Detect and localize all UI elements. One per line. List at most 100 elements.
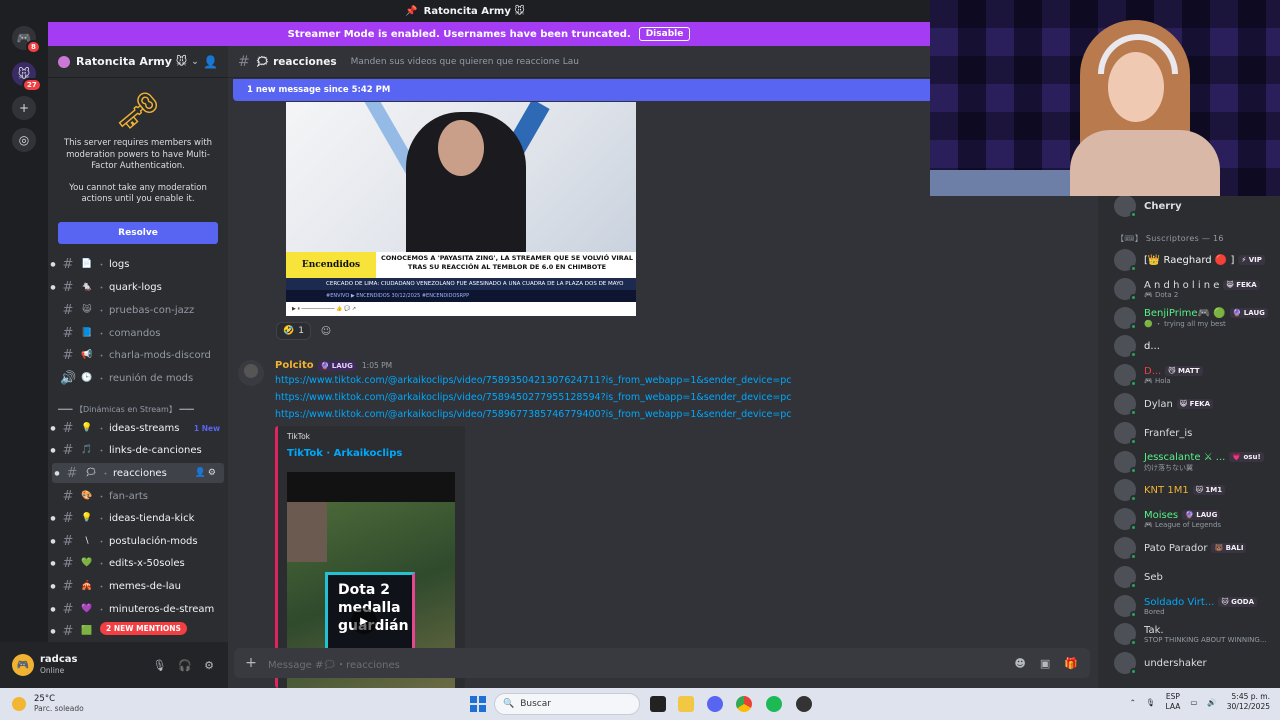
channel-label: memes-de-lau: [109, 580, 181, 592]
video-embed[interactable]: Encendidos CONOCEMOS A 'PAYASITA ZING', …: [286, 102, 636, 316]
member-item[interactable]: Franfer_is: [1114, 421, 1192, 445]
add-attachment-icon[interactable]: +: [234, 655, 268, 671]
member-name: BenjiPrime🎮 🟢: [1144, 307, 1226, 319]
message-author[interactable]: Polcito: [275, 360, 314, 371]
microphone-icon[interactable]: 🎙: [1146, 698, 1156, 707]
play-icon[interactable]: ▶: [351, 608, 377, 634]
obs-icon[interactable]: [796, 696, 812, 712]
message-time: 1:05 PM: [361, 361, 393, 370]
avatar[interactable]: 🎮: [12, 654, 34, 676]
microphone-icon[interactable]: 🎙: [152, 659, 166, 672]
avatar: [1114, 278, 1137, 301]
disable-streamer-mode-button[interactable]: Disable: [638, 27, 691, 41]
member-item[interactable]: D... 😼 MATT 🎮 Hola: [1114, 363, 1203, 387]
channel-settings-icon[interactable]: 👤⚙: [195, 468, 218, 478]
hash-icon: #: [62, 420, 74, 436]
add-server-icon[interactable]: +: [12, 96, 36, 120]
server-header[interactable]: Ratoncita Army 🐭 ⌄ 👤: [48, 46, 228, 78]
video-controls[interactable]: ▶ ⏸ ─────────── 👍 💬 ↗: [286, 302, 636, 316]
weather-widget[interactable]: 25°C Parc. soleado: [12, 694, 84, 714]
channel-topic[interactable]: Manden sus videos que quieren que reacci…: [351, 57, 579, 67]
member-item[interactable]: d...: [1114, 334, 1160, 358]
gift-icon[interactable]: 🎁: [1064, 657, 1078, 670]
resolve-button[interactable]: Resolve: [58, 221, 218, 244]
user-info[interactable]: radcas Online: [40, 654, 77, 676]
avatar[interactable]: [238, 360, 264, 386]
member-item[interactable]: [👑 Raeghard 🔴 ] ⚡ VIP: [1114, 248, 1265, 272]
invite-people-icon[interactable]: 👤: [203, 55, 218, 69]
member-item[interactable]: undershaker: [1114, 651, 1207, 675]
channel-emoji: 🟩: [81, 626, 93, 636]
member-text: A n d h o l i n e 😸 FEKA 🎮 Dota 2: [1144, 280, 1260, 299]
embed-title[interactable]: TikTok · Arkaikoclips: [287, 448, 402, 459]
member-item[interactable]: Moises 🔮 LAUG 🎮 League of Legends: [1114, 507, 1221, 531]
channel-postulacion-mods[interactable]: ● # \ ・ postulación-mods: [48, 531, 228, 551]
avatar: [1114, 249, 1137, 272]
clock[interactable]: 5:45 p. m. 30/12/2025: [1227, 692, 1270, 712]
message-input[interactable]: + Message #🗯・reacciones ☻ ▣ 🎁: [234, 648, 1090, 678]
message-link[interactable]: https://www.tiktok.com/@arkaikoclips/vid…: [275, 409, 792, 420]
language-indicator[interactable]: ESP LAA: [1166, 692, 1181, 712]
member-item[interactable]: A n d h o l i n e 😸 FEKA 🎮 Dota 2: [1114, 277, 1260, 301]
embed-provider: TikTok: [287, 432, 311, 441]
network-icon[interactable]: ▭: [1190, 698, 1197, 707]
channel-links-de-canciones[interactable]: ● # 🎵 ・ links-de-canciones: [48, 440, 228, 460]
clock-date: 30/12/2025: [1226, 702, 1270, 711]
member-item[interactable]: Soldado Virt... 🐱 GODA Bored: [1114, 594, 1258, 618]
new-messages-bar[interactable]: 1 new message since 5:42 PM: [233, 79, 933, 101]
lang-code: ESP: [1165, 692, 1180, 701]
gear-icon[interactable]: ⚙: [204, 659, 214, 672]
member-role-tag: 😸 FEKA: [1223, 280, 1260, 290]
channel-pruebas-con-jazz[interactable]: # 😸 ・ pruebas-con-jazz: [48, 300, 228, 320]
terminal-icon[interactable]: [650, 696, 666, 712]
member-item[interactable]: Cherry: [1114, 196, 1182, 218]
channel-ideas-streams[interactable]: ● # 💡 ・ ideas-streams 1 New: [48, 418, 228, 438]
channel-memes-de-lau[interactable]: ● # 🎪 ・ memes-de-lau: [48, 576, 228, 596]
category-dinamicas[interactable]: ━━━ 【Dinámicas en Stream】 ━━━: [58, 404, 194, 415]
file-explorer-icon[interactable]: [678, 696, 694, 712]
channel-ideas-tienda-kick[interactable]: ● # 💡 ・ ideas-tienda-kick: [48, 508, 228, 528]
member-text: Soldado Virt... 🐱 GODA Bored: [1144, 597, 1258, 616]
volume-icon[interactable]: 🔊: [1207, 698, 1216, 707]
headphones-icon[interactable]: 🎧: [178, 659, 192, 672]
channel-quark-logs[interactable]: ● # 🐁 ・ quark-logs: [48, 277, 228, 297]
taskbar-search[interactable]: 🔍 Buscar: [494, 693, 640, 715]
reaction-laugh[interactable]: 🤣 1: [276, 322, 311, 340]
member-item[interactable]: Jesscalante ⚔ ... 💗 osu! 灼け落ちない翼: [1114, 450, 1264, 474]
member-activity: 灼け落ちない翼: [1144, 463, 1193, 472]
channel-emoji: 💡: [81, 513, 93, 523]
new-mentions-pill[interactable]: 2 NEW MENTIONS: [100, 622, 187, 635]
member-item[interactable]: Seb: [1114, 565, 1163, 589]
channel-edits-x-50soles[interactable]: ● # 💚 ・ edits-x-50soles: [48, 553, 228, 573]
channel-fan-arts[interactable]: # 🎨 ・ fan-arts: [48, 486, 228, 506]
member-item[interactable]: BenjiPrime🎮 🟢 🔮 LAUG 🟢 ・ trying all my bes…: [1114, 306, 1268, 330]
channel-logs[interactable]: ● # 📄 ・ logs: [48, 254, 228, 274]
member-item[interactable]: Pato Parador 🐻 BALI: [1114, 536, 1247, 560]
channel-reacciones[interactable]: ● # 🗯 ・ reacciones 👤⚙: [52, 463, 224, 483]
member-name: A n d h o l i n e: [1144, 279, 1220, 291]
discover-icon[interactable]: ◎: [12, 128, 36, 152]
channel-minuteros-de-stream[interactable]: ● # 💜 ・ minuteros-de-stream: [48, 599, 228, 619]
member-item[interactable]: Tak. STOP THINKING ABOUT WINNING...: [1114, 622, 1267, 646]
channel-label: edits-x-50soles: [109, 557, 185, 569]
emoji-icon[interactable]: ☻: [1014, 657, 1025, 670]
message-link[interactable]: https://www.tiktok.com/@arkaikoclips/vid…: [275, 375, 792, 386]
message-link[interactable]: https://www.tiktok.com/@arkaikoclips/vid…: [275, 392, 792, 403]
windows-start-icon[interactable]: [470, 696, 486, 712]
chrome-icon[interactable]: [736, 696, 752, 712]
add-reaction-icon[interactable]: ☺: [317, 322, 335, 340]
unread-marker: ●: [50, 424, 56, 432]
chevron-up-icon[interactable]: ⌃: [1130, 698, 1136, 707]
channel-comandos[interactable]: # 📘 ・ comandos: [48, 323, 228, 343]
gif-icon[interactable]: ▣: [1040, 657, 1050, 670]
channel-charla-mods-discord[interactable]: # 📢 ・ charla-mods-discord: [48, 345, 228, 365]
hash-icon: #: [66, 465, 78, 481]
member-item[interactable]: Dylan 😸 FEKA: [1114, 392, 1214, 416]
voice-channel-reunion-de-mods[interactable]: 🔊 🕒 ・ reunión de mods: [48, 368, 228, 388]
member-item[interactable]: KNT 1M1 🐱 1M1: [1114, 478, 1226, 502]
window-title-bar: 📌 Ratoncita Army 🐭: [0, 0, 930, 22]
discord-icon[interactable]: [707, 696, 723, 712]
hash-icon: #: [238, 53, 250, 70]
channel-label: charla-mods-discord: [109, 349, 211, 361]
spotify-icon[interactable]: [766, 696, 782, 712]
